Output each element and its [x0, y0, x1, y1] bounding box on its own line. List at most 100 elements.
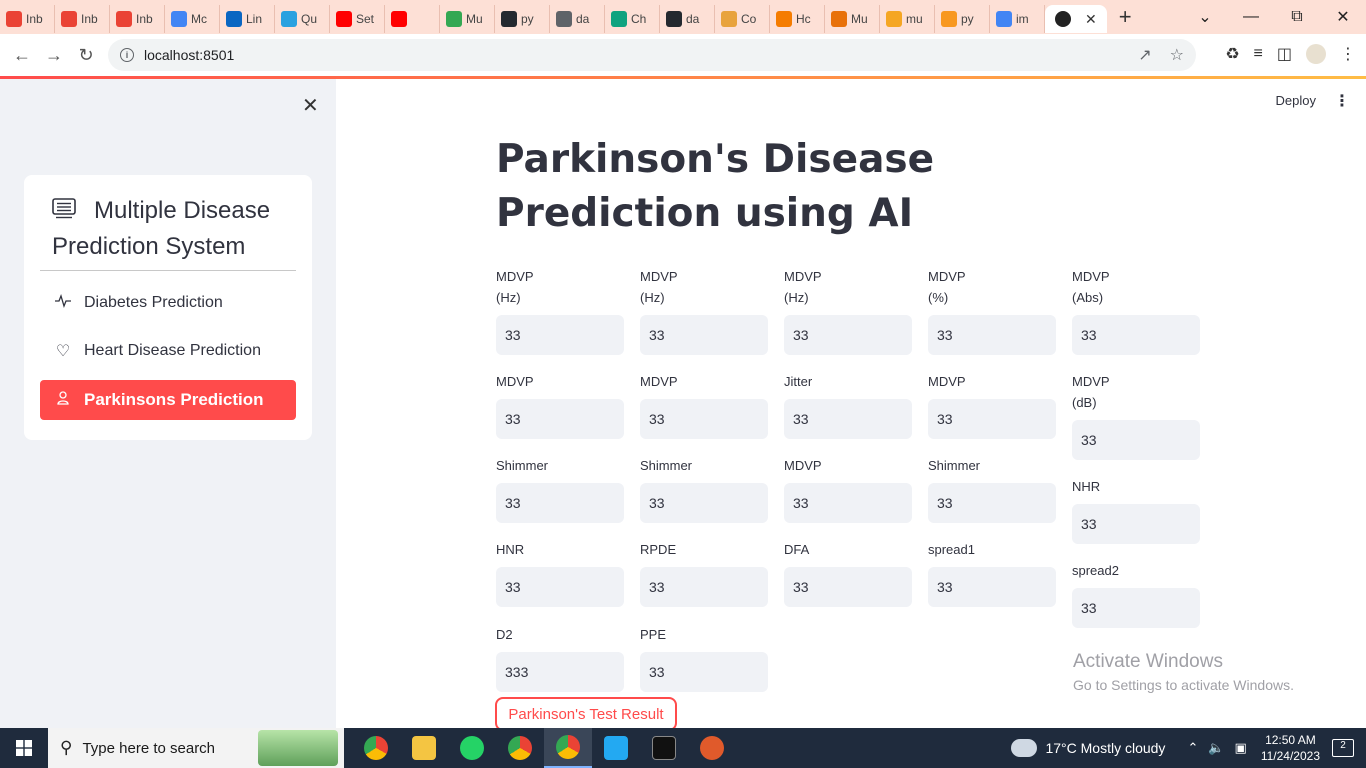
field-input[interactable]: [640, 399, 768, 439]
browser-tab[interactable]: Mc: [165, 5, 220, 33]
minimize-icon[interactable]: —: [1228, 8, 1274, 26]
field-label: RPDE: [640, 542, 677, 557]
taskbar-chrome-active[interactable]: [544, 728, 592, 768]
parkinsons-test-result-button[interactable]: Parkinson's Test Result: [495, 697, 677, 731]
browser-tab[interactable]: Hc: [770, 5, 825, 33]
person-icon: [54, 390, 72, 410]
browser-tab[interactable]: Co: [715, 5, 770, 33]
browser-tab[interactable]: mu: [880, 5, 935, 33]
field-input[interactable]: [784, 567, 912, 607]
taskbar-search-box[interactable]: ⚲ Type here to search: [48, 728, 344, 768]
bookmark-star-icon[interactable]: ☆: [1170, 45, 1184, 65]
field-input[interactable]: [496, 567, 624, 607]
menu-item-heart-disease[interactable]: ♡ Heart Disease Prediction: [40, 331, 296, 371]
browser-tab[interactable]: Qu: [275, 5, 330, 33]
taskbar-terminal[interactable]: [640, 728, 688, 768]
field-input[interactable]: [496, 315, 624, 355]
field-input[interactable]: [1072, 588, 1200, 628]
field-input[interactable]: [928, 315, 1056, 355]
main-menu-icon[interactable]: ⋮: [1334, 91, 1350, 111]
weather-widget[interactable]: 17°C Mostly cloudy: [1011, 739, 1165, 757]
browser-tab[interactable]: py: [495, 5, 550, 33]
browser-tab-label: Mu: [851, 12, 868, 26]
browser-tab[interactable]: Ch: [605, 5, 660, 33]
field-input[interactable]: [640, 315, 768, 355]
new-tab-icon[interactable]: +: [1119, 4, 1132, 30]
field-input[interactable]: [784, 315, 912, 355]
browser-tab[interactable]: Inb: [55, 5, 110, 33]
restore-icon[interactable]: ⧉: [1274, 8, 1320, 26]
browser-menu-icon[interactable]: ⋮: [1340, 44, 1356, 64]
field-input[interactable]: [496, 652, 624, 692]
field-input[interactable]: [1072, 420, 1200, 460]
field-input[interactable]: [640, 483, 768, 523]
clock[interactable]: 12:50 AM 11/24/2023: [1261, 732, 1320, 764]
browser-tab[interactable]: [385, 5, 440, 33]
tab-search-icon[interactable]: ⌄: [1182, 7, 1228, 27]
browser-tab-label: Lin: [246, 12, 263, 26]
field-input[interactable]: [784, 483, 912, 523]
field-input[interactable]: [496, 483, 624, 523]
side-panel-icon[interactable]: ◫: [1277, 44, 1292, 64]
browser-tab[interactable]: py: [935, 5, 990, 33]
site-info-icon[interactable]: i: [120, 48, 134, 62]
taskbar-vscode[interactable]: [592, 728, 640, 768]
field-input[interactable]: [784, 399, 912, 439]
number-input-field: Shimmer: [928, 455, 1056, 523]
browser-tab[interactable]: im: [990, 5, 1045, 33]
forward-icon[interactable]: →: [38, 45, 70, 66]
field-input[interactable]: [928, 399, 1056, 439]
menu-item-diabetes[interactable]: Diabetes Prediction: [40, 283, 296, 323]
windows-logo-icon: [16, 740, 32, 756]
field-label: MDVP (Hz): [784, 269, 822, 305]
chrome-icon: [508, 736, 532, 760]
field-input[interactable]: [496, 399, 624, 439]
chevron-up-icon[interactable]: ⌃: [1187, 740, 1198, 756]
address-bar[interactable]: i localhost:8501 ↗ ☆: [108, 39, 1196, 71]
reload-icon[interactable]: ↻: [70, 45, 102, 66]
field-input[interactable]: [1072, 504, 1200, 544]
taskbar-whatsapp[interactable]: [448, 728, 496, 768]
menu-item-label: Heart Disease Prediction: [84, 342, 261, 359]
close-tab-icon[interactable]: ✕: [1085, 11, 1097, 28]
close-sidebar-icon[interactable]: ✕: [302, 93, 319, 118]
browser-tab[interactable]: Inb: [0, 5, 55, 33]
field-input[interactable]: [640, 652, 768, 692]
field-label: MDVP (%): [928, 269, 966, 305]
browser-tab[interactable]: Lin: [220, 5, 275, 33]
list-icon: [52, 198, 76, 219]
windows-start-button[interactable]: [0, 728, 48, 768]
field-input[interactable]: [640, 567, 768, 607]
browser-tab-active[interactable]: ✕: [1045, 5, 1107, 33]
browser-tab[interactable]: Inb: [110, 5, 165, 33]
browser-tab[interactable]: Set: [330, 5, 385, 33]
share-icon[interactable]: ↗: [1138, 45, 1151, 65]
field-label: MDVP (dB): [1072, 374, 1110, 410]
terminal-icon: [652, 736, 676, 760]
browser-tab[interactable]: Mu: [440, 5, 495, 33]
notifications-icon[interactable]: 2: [1332, 739, 1354, 757]
browser-tab[interactable]: da: [660, 5, 715, 33]
taskbar-chrome-profile[interactable]: [496, 728, 544, 768]
taskbar-app[interactable]: [688, 728, 736, 768]
folder-icon: [412, 736, 436, 760]
taskbar-file-explorer[interactable]: [400, 728, 448, 768]
deploy-button[interactable]: Deploy: [1276, 93, 1316, 108]
taskbar-chrome[interactable]: [352, 728, 400, 768]
back-icon[interactable]: ←: [6, 45, 38, 66]
profile-avatar[interactable]: [1306, 44, 1326, 64]
volume-icon[interactable]: 🔈: [1208, 740, 1224, 756]
media-queue-icon[interactable]: ≡: [1254, 45, 1263, 63]
field-input[interactable]: [1072, 315, 1200, 355]
menu-item-parkinsons[interactable]: Parkinsons Prediction: [40, 380, 296, 420]
page-title: Parkinson's Disease Prediction using AI: [496, 137, 935, 236]
field-input[interactable]: [928, 483, 1056, 523]
number-input-field: NHR: [1072, 476, 1200, 544]
field-input[interactable]: [928, 567, 1056, 607]
field-label: DFA: [784, 542, 810, 557]
close-window-icon[interactable]: ✕: [1320, 7, 1366, 27]
network-icon[interactable]: ▣: [1235, 740, 1247, 756]
browser-tab[interactable]: Mu: [825, 5, 880, 33]
extensions-icon[interactable]: ♻: [1225, 44, 1239, 64]
browser-tab[interactable]: da: [550, 5, 605, 33]
